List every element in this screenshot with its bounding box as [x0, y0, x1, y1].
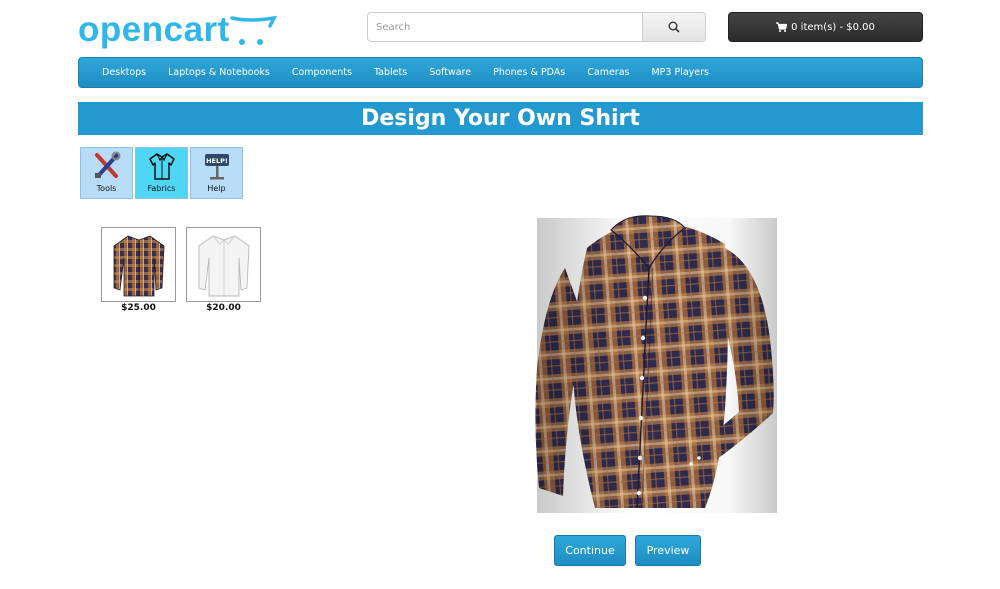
help-sign-icon: HELP! — [204, 154, 229, 180]
nav-item-components[interactable]: Components — [281, 57, 363, 88]
tab-fabrics-label: Fabrics — [147, 184, 176, 193]
tools-icon — [94, 151, 120, 178]
tab-help-label: Help — [207, 184, 226, 193]
nav-item-laptops[interactable]: Laptops & Notebooks — [157, 57, 281, 88]
tab-tools-label: Tools — [96, 184, 117, 193]
logo-text: opencart — [78, 10, 230, 49]
shirt-preview-image — [535, 215, 777, 513]
opencart-logo[interactable]: opencart — [78, 10, 278, 50]
continue-button[interactable]: Continue — [554, 535, 626, 566]
fabric-option-plaid[interactable] — [101, 227, 176, 302]
designer-tabs: Tools Fabrics HELP! Help — [80, 147, 243, 199]
plaid-shirt-thumbnail — [113, 235, 164, 296]
search-button[interactable] — [642, 13, 705, 41]
main-nav: Desktops Laptops & Notebooks Components … — [78, 57, 923, 88]
fabric-price-plaid: $25.00 — [121, 303, 156, 313]
cart-button[interactable]: 0 item(s) - $0.00 — [728, 12, 923, 42]
search-box — [367, 12, 706, 42]
page-title-bar: Design Your Own Shirt — [78, 102, 923, 135]
nav-item-phones[interactable]: Phones & PDAs — [482, 57, 576, 88]
nav-item-desktops[interactable]: Desktops — [91, 57, 157, 88]
search-input[interactable] — [368, 13, 644, 41]
tab-tools[interactable]: Tools — [80, 147, 133, 199]
nav-item-cameras[interactable]: Cameras — [576, 57, 640, 88]
fabric-option-white[interactable] — [186, 227, 261, 302]
nav-item-software[interactable]: Software — [418, 57, 482, 88]
cart-logo-icon — [230, 15, 278, 45]
search-icon — [668, 21, 680, 33]
page-title: Design Your Own Shirt — [361, 106, 640, 131]
shirt-icon — [148, 153, 175, 180]
preview-button[interactable]: Preview — [635, 535, 701, 566]
fabric-price-white: $20.00 — [206, 303, 241, 313]
shopping-cart-icon — [776, 22, 788, 32]
tab-fabrics[interactable]: Fabrics — [135, 147, 188, 199]
nav-item-tablets[interactable]: Tablets — [363, 57, 418, 88]
white-shirt-thumbnail — [198, 234, 249, 296]
cart-total: 0 item(s) - $0.00 — [791, 21, 875, 33]
tab-help[interactable]: HELP! Help — [190, 147, 243, 199]
svg-text:HELP!: HELP! — [206, 157, 228, 165]
nav-item-mp3-players[interactable]: MP3 Players — [640, 57, 720, 88]
